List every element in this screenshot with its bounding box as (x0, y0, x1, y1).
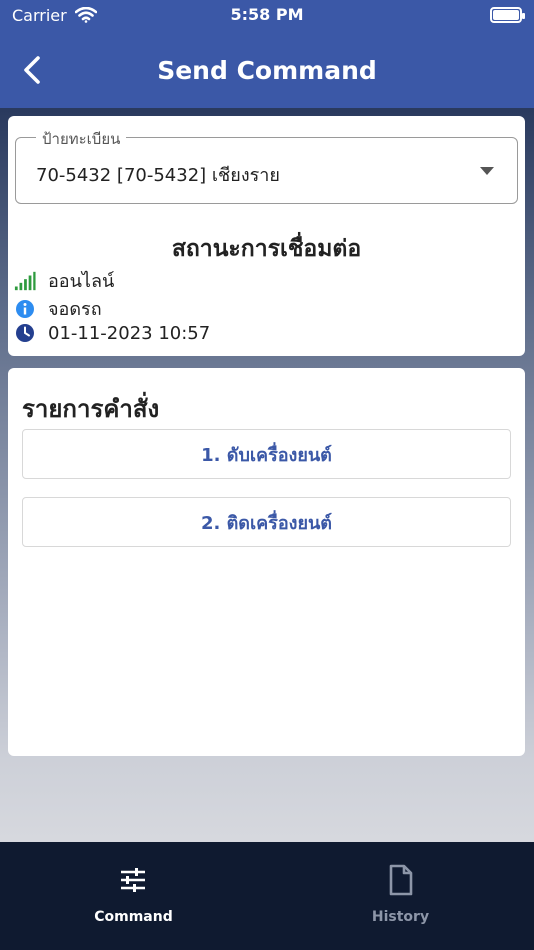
connection-status-title: สถานะการเชื่อมต่อ (171, 236, 362, 262)
battery-icon (490, 7, 525, 23)
command-list-title: รายการคำสั่ง (22, 395, 160, 423)
app-header: Carrier 5:58 PM Send Command (0, 0, 534, 108)
vehicle-state-row: จอดรถ (14, 294, 102, 323)
document-icon (382, 862, 418, 898)
plate-value: 70-5432 [70-5432] เชียงราย (36, 165, 280, 186)
online-status-row: ออนไลน์ (14, 266, 114, 295)
page-title: Send Command (157, 55, 377, 85)
online-status-text: ออนไลน์ (48, 271, 115, 292)
wifi-icon (74, 4, 97, 26)
bottom-tab-bar: Command History (0, 842, 534, 950)
plate-label: ป้ายทะเบียน (36, 127, 127, 151)
last-update-timestamp: 01-11-2023 10:57 (48, 322, 211, 344)
vehicle-state-text: จอดรถ (48, 299, 102, 320)
engine-off-button[interactable]: 1. ดับเครื่องยนต์ (22, 429, 511, 479)
info-icon (14, 298, 36, 320)
signal-bars-icon (14, 270, 36, 292)
back-button[interactable] (14, 52, 50, 88)
chevron-left-icon (24, 56, 40, 84)
timestamp-row: 01-11-2023 10:57 (14, 322, 210, 344)
clock-icon (14, 322, 36, 344)
engine-on-button[interactable]: 2. ติดเครื่องยนต์ (22, 497, 511, 547)
command-list-card: รายการคำสั่ง 1. ดับเครื่องยนต์ 2. ติดเคร… (8, 368, 525, 756)
plate-select[interactable]: ป้ายทะเบียน 70-5432 [70-5432] เชียงราย (15, 127, 518, 204)
tab-command-label: Command (94, 909, 173, 925)
tab-command[interactable]: Command (0, 842, 267, 950)
tab-history-label: History (371, 909, 430, 925)
sliders-icon (115, 862, 151, 898)
dropdown-caret-icon (480, 167, 494, 175)
tab-history[interactable]: History (267, 842, 534, 950)
vehicle-status-card: ป้ายทะเบียน 70-5432 [70-5432] เชียงราย ส… (8, 116, 525, 356)
carrier-label: Carrier (12, 5, 67, 25)
status-bar: Carrier 5:58 PM (0, 0, 534, 30)
